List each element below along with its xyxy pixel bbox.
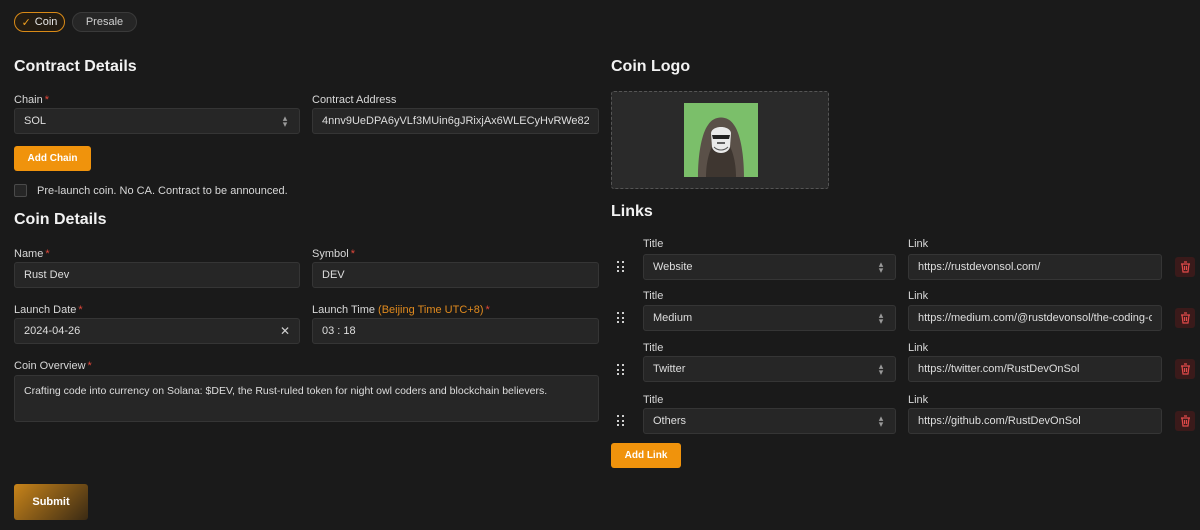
link-url-input[interactable]: https://twitter.com/RustDevOnSol [908, 356, 1162, 382]
symbol-label: Symbol * [312, 248, 355, 260]
link-url-value: https://rustdevonsol.com/ [918, 261, 1041, 273]
coin-overview-textarea[interactable]: Crafting code into currency on Solana: $… [14, 375, 599, 422]
tab-presale[interactable]: Presale [72, 12, 137, 32]
coin-details-heading: Coin Details [14, 211, 107, 228]
launch-time-hint: (Beijing Time UTC+8) [378, 304, 484, 316]
coin-logo-heading: Coin Logo [611, 58, 691, 75]
check-icon: ✓ [21, 16, 31, 29]
select-arrows-icon: ▴ ▾ [878, 361, 884, 377]
submit-button[interactable]: Submit [14, 484, 88, 520]
coin-overview-value: Crafting code into currency on Solana: $… [24, 385, 548, 397]
drag-handle-icon[interactable] [617, 312, 625, 324]
drag-handle-icon[interactable] [617, 364, 625, 376]
trash-icon [1180, 261, 1190, 273]
add-link-button[interactable]: Add Link [611, 443, 681, 468]
prelaunch-checkbox[interactable] [14, 184, 27, 197]
link-url-value: https://medium.com/@rustdevonsol/the-cod… [918, 312, 1152, 324]
launch-time-input[interactable]: 03 : 18 [312, 318, 599, 344]
launch-date-input[interactable]: 2024-04-26 ✕ [14, 318, 300, 344]
link-url-label: Link [908, 342, 929, 354]
chain-select-value: SOL [24, 115, 47, 127]
link-title-select[interactable]: Website ▴ ▾ [643, 254, 896, 280]
link-title-select[interactable]: Twitter ▴ ▾ [643, 356, 896, 382]
link-title-value: Twitter [653, 363, 686, 375]
link-url-value: https://github.com/RustDevOnSol [918, 415, 1081, 427]
launch-date-label: Launch Date * [14, 304, 83, 316]
add-chain-button[interactable]: Add Chain [14, 146, 91, 171]
launch-time-value: 03 : 18 [322, 325, 356, 337]
contract-address-input[interactable]: 4nnv9UeDPA6yVLf3MUin6gJRixjAx6WLECyHvRWe… [312, 108, 599, 134]
prelaunch-label: Pre-launch coin. No CA. Contract to be a… [37, 185, 288, 197]
select-arrows-icon: ▴ ▾ [878, 310, 884, 326]
select-arrows-icon: ▴ ▾ [878, 259, 884, 275]
launch-date-value: 2024-04-26 [24, 325, 81, 337]
coin-logo-image [684, 103, 758, 177]
delete-link-button[interactable] [1175, 359, 1195, 379]
delete-link-button[interactable] [1175, 411, 1195, 431]
trash-icon [1180, 415, 1190, 427]
link-title-value: Website [653, 261, 693, 273]
links-heading: Links [611, 203, 653, 220]
contract-address-value: 4nnv9UeDPA6yVLf3MUin6gJRixjAx6WLECyHvRWe… [322, 115, 589, 127]
link-url-value: https://twitter.com/RustDevOnSol [918, 363, 1080, 375]
launch-time-label: Launch Time (Beijing Time UTC+8) * [312, 304, 490, 316]
symbol-value: DEV [322, 269, 345, 281]
drag-handle-icon[interactable] [617, 415, 625, 427]
contract-details-heading: Contract Details [14, 58, 137, 75]
drag-handle-icon[interactable] [617, 261, 625, 273]
contract-address-label: Contract Address [312, 94, 397, 106]
tab-presale-label: Presale [85, 16, 124, 28]
link-title-label: Title [643, 238, 664, 250]
link-title-select[interactable]: Medium ▴ ▾ [643, 305, 896, 331]
select-arrows-icon: ▴ ▾ [878, 413, 884, 429]
logo-dropzone[interactable] [611, 91, 829, 189]
select-arrows-icon: ▴ ▾ [282, 113, 288, 129]
delete-link-button[interactable] [1175, 308, 1195, 328]
link-url-input[interactable]: https://github.com/RustDevOnSol [908, 408, 1162, 434]
coin-overview-label: Coin Overview * [14, 360, 92, 372]
tab-coin[interactable]: ✓ Coin [14, 12, 65, 32]
link-title-label: Title [643, 290, 664, 302]
trash-icon [1180, 312, 1190, 324]
tab-coin-label: Coin [34, 16, 58, 28]
delete-link-button[interactable] [1175, 257, 1195, 277]
chain-label: Chain * [14, 94, 50, 106]
clear-icon[interactable]: ✕ [280, 324, 290, 338]
link-title-value: Medium [653, 312, 693, 324]
name-input[interactable]: Rust Dev [14, 262, 300, 288]
link-url-input[interactable]: https://rustdevonsol.com/ [908, 254, 1162, 280]
link-url-label: Link [908, 238, 929, 250]
link-url-input[interactable]: https://medium.com/@rustdevonsol/the-cod… [908, 305, 1162, 331]
symbol-input[interactable]: DEV [312, 262, 599, 288]
chain-select[interactable]: SOL ▴ ▾ [14, 108, 300, 134]
link-title-label: Title [643, 342, 664, 354]
link-title-select[interactable]: Others ▴ ▾ [643, 408, 896, 434]
link-title-label: Title [643, 394, 664, 406]
name-value: Rust Dev [24, 269, 70, 281]
link-url-label: Link [908, 394, 929, 406]
link-url-label: Link [908, 290, 929, 302]
link-title-value: Others [653, 415, 687, 427]
trash-icon [1180, 363, 1190, 375]
name-label: Name * [14, 248, 50, 260]
